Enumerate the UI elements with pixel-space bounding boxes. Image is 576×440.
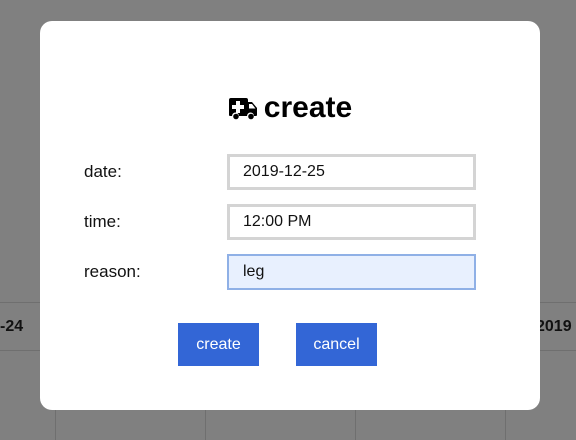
create-dialog: create date: time: reason: create cancel [40, 21, 540, 410]
calendar-date-label: 2019 [536, 318, 572, 335]
reason-field[interactable] [227, 254, 476, 290]
time-label: time: [84, 212, 121, 231]
date-label: date: [84, 162, 122, 181]
calendar-gridline [355, 410, 356, 440]
reason-label: reason: [84, 262, 141, 281]
calendar-gridline [205, 410, 206, 440]
dialog-title-text: create [263, 91, 353, 124]
date-row: date: [84, 154, 476, 190]
date-field[interactable] [227, 154, 476, 190]
time-row: time: [84, 204, 476, 240]
reason-row: reason: [84, 254, 476, 290]
cancel-button[interactable]: cancel [296, 323, 377, 366]
dialog-title: create [40, 93, 540, 126]
ambulance-icon [228, 96, 258, 126]
create-button[interactable]: create [178, 323, 259, 366]
calendar-date-label: -24 [0, 318, 24, 335]
time-field[interactable] [227, 204, 476, 240]
